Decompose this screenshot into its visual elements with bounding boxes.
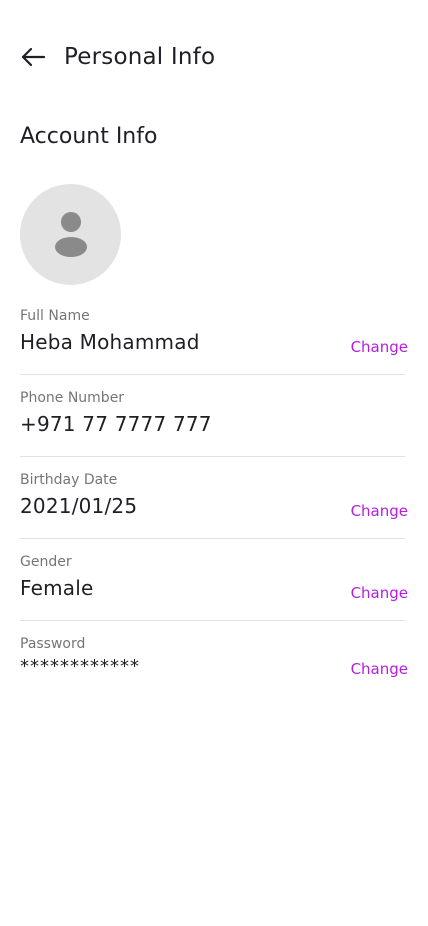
birthday-label: Birthday Date [20,472,118,488]
header: Personal Info [20,36,215,78]
divider [20,620,405,621]
avatar[interactable] [20,184,121,285]
gender-value: Female [20,576,94,600]
change-birthday-button[interactable]: Change [351,502,408,520]
full-name-value: Heba Mohammad [20,330,200,354]
user-icon [54,211,87,257]
change-gender-button[interactable]: Change [351,584,408,602]
password-field: Password ************ Change [20,636,408,686]
change-password-button[interactable]: Change [351,660,408,678]
password-value: ************ [20,656,140,677]
personal-info-screen: Personal Info Account Info Full Name Heb… [0,0,428,926]
section-title: Account Info [20,124,158,149]
gender-field: Gender Female Change [20,554,408,604]
phone-number-value: +971 77 7777 777 [20,412,212,436]
birthday-value: 2021/01/25 [20,494,138,518]
phone-number-field: Phone Number +971 77 7777 777 [20,390,405,440]
divider [20,538,405,539]
password-label: Password [20,636,86,652]
phone-number-label: Phone Number [20,390,125,406]
divider [20,374,405,375]
page-title: Personal Info [64,44,216,70]
gender-label: Gender [20,554,72,570]
birthday-field: Birthday Date 2021/01/25 Change [20,472,408,522]
back-button[interactable] [20,36,52,78]
divider [20,456,405,457]
arrow-left-icon [21,47,46,67]
full-name-field: Full Name Heba Mohammad Change [20,308,408,358]
change-full-name-button[interactable]: Change [351,338,408,356]
full-name-label: Full Name [20,308,90,324]
